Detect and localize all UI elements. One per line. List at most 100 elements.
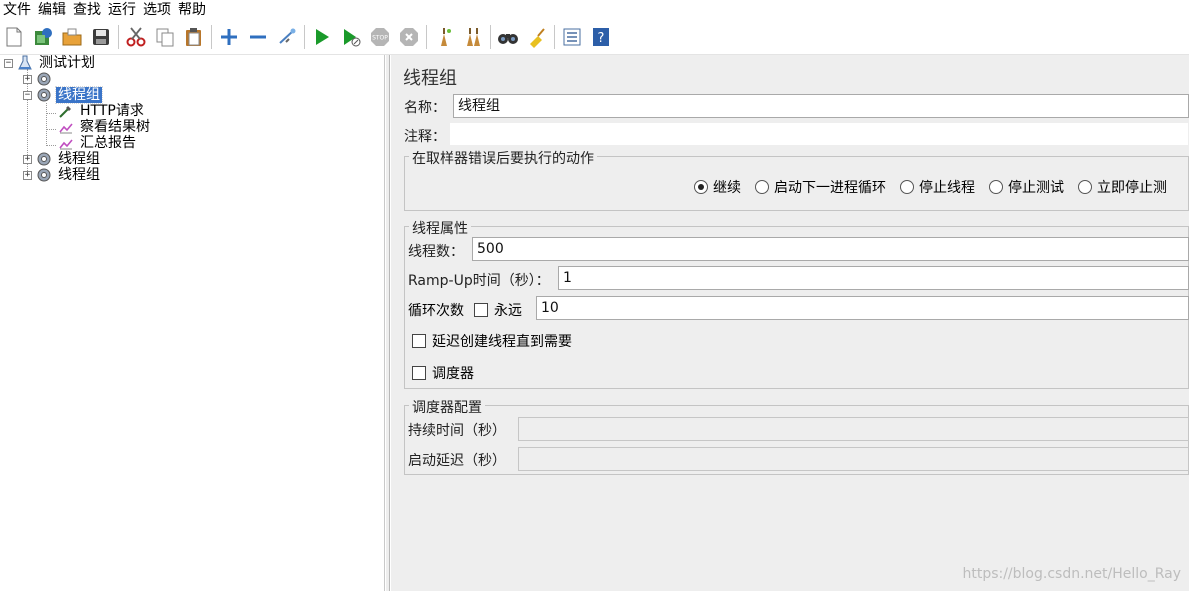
name-field[interactable]: 线程组 <box>453 94 1189 118</box>
scheduler-label: 调度器 <box>432 366 474 382</box>
scheduler-checkbox[interactable] <box>412 366 426 380</box>
radio-button[interactable] <box>1078 180 1092 194</box>
expand-toggle-icon[interactable]: + <box>23 170 32 180</box>
reset-search-icon[interactable] <box>525 25 548 49</box>
tree-node-label[interactable]: 汇总报告 <box>78 135 138 151</box>
radio-continue[interactable]: 继续 <box>694 177 741 197</box>
help-icon[interactable]: ? <box>589 25 612 49</box>
loop-count-field[interactable]: 10 <box>536 296 1189 320</box>
watermark: https://blog.csdn.net/Hello_Ray <box>962 566 1181 582</box>
menu-bar: 文件 编辑 查找 运行 选项 帮助 <box>0 0 1189 19</box>
menu-options[interactable]: 选项 <box>140 1 175 19</box>
menu-run[interactable]: 运行 <box>105 1 140 19</box>
expand-icon[interactable] <box>217 25 240 49</box>
collapse-toggle-icon[interactable]: − <box>23 90 32 100</box>
pipette-icon <box>57 103 75 119</box>
delay-thread-checkbox[interactable] <box>412 334 426 348</box>
menu-edit[interactable]: 编辑 <box>35 1 70 19</box>
copy-icon[interactable] <box>153 25 176 49</box>
toolbar-separator <box>211 24 212 49</box>
radio-selected-dot <box>698 184 704 190</box>
tree-node-thread-group-2[interactable]: + 线程组 <box>23 151 102 167</box>
svg-text:STOP: STOP <box>372 34 388 41</box>
save-icon[interactable] <box>89 25 112 49</box>
toolbar-separator <box>304 24 305 49</box>
tree-node-label[interactable]: 线程组 <box>56 167 102 183</box>
toggle-icon[interactable] <box>275 25 298 49</box>
tree-node-thread-group-selected[interactable]: − 线程组 <box>23 86 103 104</box>
error-action-title: 在取样器错误后要执行的动作 <box>409 148 597 168</box>
gear-icon <box>35 87 53 103</box>
startup-delay-field[interactable] <box>518 447 1189 471</box>
name-label: 名称： <box>404 100 446 116</box>
radio-button[interactable] <box>755 180 769 194</box>
comment-field[interactable] <box>449 122 1189 146</box>
menu-search[interactable]: 查找 <box>70 1 105 19</box>
radio-start-next-loop[interactable]: 启动下一进程循环 <box>755 177 886 197</box>
rampup-field[interactable]: 1 <box>558 266 1189 290</box>
threads-label: 线程数： <box>408 244 464 260</box>
start-no-pause-icon[interactable] <box>339 25 362 49</box>
tree-node-label[interactable]: 测试计划 <box>37 55 97 71</box>
radio-label: 启动下一进程循环 <box>774 180 886 196</box>
expand-toggle-icon[interactable]: + <box>23 154 32 164</box>
radio-label: 停止线程 <box>919 180 975 196</box>
radio-stop-test[interactable]: 停止测试 <box>989 177 1064 197</box>
scheduler-row[interactable]: 调度器 <box>412 363 474 383</box>
clear-all-icon[interactable] <box>461 25 484 49</box>
forever-label: 永远 <box>494 303 522 319</box>
start-icon[interactable] <box>310 25 333 49</box>
radio-button[interactable] <box>900 180 914 194</box>
stop-icon[interactable]: STOP <box>368 25 391 49</box>
chart-icon <box>57 119 75 135</box>
new-icon[interactable] <box>2 25 25 49</box>
radio-stop-test-now[interactable]: 立即停止测 <box>1078 177 1167 197</box>
tree-node-label[interactable]: 察看结果树 <box>78 119 152 135</box>
scheduler-config-title: 调度器配置 <box>409 397 485 417</box>
comment-label: 注释： <box>404 129 446 145</box>
tree-node-view-results-tree[interactable]: 察看结果树 <box>57 119 152 135</box>
threads-field[interactable]: 500 <box>472 237 1189 261</box>
tree-node-label[interactable]: 线程组 <box>56 151 102 167</box>
loop-row: 循环次数 永远 <box>408 300 522 320</box>
gear-icon <box>35 71 53 87</box>
tree-node-thread-group-3[interactable]: + 线程组 <box>23 167 102 183</box>
tree-node-thread-group-collapsed[interactable]: + <box>23 71 56 87</box>
startup-delay-label: 启动延迟（秒） <box>408 453 506 469</box>
tree-connector <box>46 129 56 130</box>
tree-node-test-plan[interactable]: − 测试计划 <box>4 55 97 71</box>
toolbar-separator <box>490 24 491 49</box>
shutdown-icon[interactable] <box>397 25 420 49</box>
tree-node-label[interactable]: HTTP请求 <box>78 103 146 119</box>
expand-toggle-icon[interactable]: + <box>23 74 32 84</box>
radio-label: 停止测试 <box>1008 180 1064 196</box>
templates-icon[interactable] <box>31 25 54 49</box>
collapse-icon[interactable] <box>246 25 269 49</box>
radio-button[interactable] <box>989 180 1003 194</box>
delay-thread-row[interactable]: 延迟创建线程直到需要 <box>412 331 572 351</box>
error-action-options: 继续 启动下一进程循环 停止线程 停止测试 立即停止测 <box>694 177 1181 197</box>
open-icon[interactable] <box>60 25 83 49</box>
tree-connector <box>46 103 47 146</box>
menu-file[interactable]: 文件 <box>0 1 35 19</box>
test-plan-tree: − 测试计划 + − 线程组 HTTP请求 察看结果树 汇总报告 + 线程组 +… <box>0 55 385 591</box>
paste-icon[interactable] <box>182 25 205 49</box>
tree-node-http-request[interactable]: HTTP请求 <box>57 103 146 119</box>
radio-stop-thread[interactable]: 停止线程 <box>900 177 975 197</box>
toolbar-separator <box>426 24 427 49</box>
gear-icon <box>35 167 53 183</box>
tree-node-summary-report[interactable]: 汇总报告 <box>57 135 138 151</box>
menu-help[interactable]: 帮助 <box>175 1 210 19</box>
pane-splitter[interactable] <box>386 55 390 591</box>
tree-node-label[interactable]: 线程组 <box>55 86 103 104</box>
search-icon[interactable] <box>496 25 519 49</box>
duration-field[interactable] <box>518 417 1189 441</box>
cut-icon[interactable] <box>124 25 147 49</box>
clear-icon[interactable] <box>432 25 455 49</box>
collapse-toggle-icon[interactable]: − <box>4 58 13 68</box>
forever-checkbox[interactable] <box>474 303 488 317</box>
tree-connector <box>46 145 56 146</box>
delay-thread-label: 延迟创建线程直到需要 <box>432 334 572 350</box>
function-helper-icon[interactable] <box>560 25 583 49</box>
radio-button[interactable] <box>694 180 708 194</box>
